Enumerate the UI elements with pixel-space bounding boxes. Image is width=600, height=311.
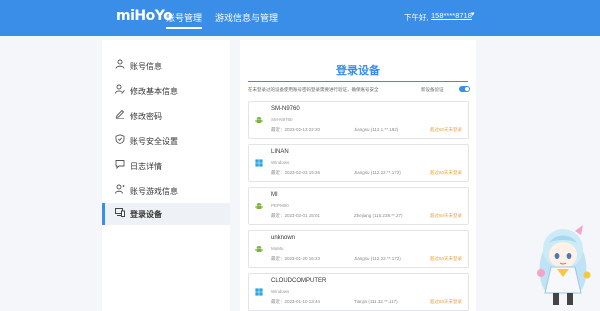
chevron-down-icon[interactable]: ▾ bbox=[471, 10, 475, 18]
sidebar-item-edit-basic-info[interactable]: 修改基本信息 bbox=[102, 80, 230, 102]
device-location: Tianjin (111.32.**.117) bbox=[354, 299, 398, 304]
device-os: Windows bbox=[271, 160, 290, 165]
sidebar-item-security-settings[interactable]: 账号安全设置 bbox=[102, 130, 230, 152]
device-name: CLOUDCOMPUTER bbox=[271, 278, 327, 284]
android-icon bbox=[255, 202, 263, 209]
chat-icon bbox=[115, 160, 125, 169]
devices-icon bbox=[115, 208, 125, 217]
device-last-login-time: 最近：2023-01-20 16:23 bbox=[271, 256, 321, 261]
android-icon bbox=[255, 116, 263, 123]
device-last-login-time: 最近：2023-02-03 19:26 bbox=[271, 170, 321, 175]
device-name: MI bbox=[271, 192, 278, 198]
new-device-verification-label: 新设备验证 bbox=[421, 87, 444, 92]
device-location: Jiangsu (112.1.**.192) bbox=[354, 127, 399, 132]
device-name: SM-N9760 bbox=[271, 106, 300, 112]
device-location: Jiangsu (112.22.**.173) bbox=[354, 256, 401, 261]
pencil-icon bbox=[115, 109, 125, 119]
device-inactive-status[interactable]: 超过60天未登录 bbox=[430, 213, 462, 219]
tab-account-management[interactable]: 账号管理 bbox=[166, 11, 203, 29]
login-devices-panel: 登录设备 在未登录过的设备使用账号密码登录需要进行验证，确保账号安全 新设备验证… bbox=[240, 40, 476, 311]
page-title: 登录设备 bbox=[336, 65, 380, 77]
sidebar-item-label: 日志详情 bbox=[130, 162, 162, 171]
device-os: MuMu bbox=[271, 246, 284, 251]
sidebar: 账号信息 修改基本信息 修改密码 账号安全设置 日志详情 账号游戏信息 登录设备 bbox=[102, 40, 230, 311]
user-game-icon bbox=[115, 184, 125, 194]
device-card: CLOUDCOMPUTER Windows 最近：2023-01-10 13:4… bbox=[248, 273, 469, 311]
sidebar-item-game-info[interactable]: 账号游戏信息 bbox=[102, 180, 230, 202]
device-inactive-status[interactable]: 超过60天未登录 bbox=[430, 299, 462, 305]
sidebar-item-log-details[interactable]: 日志详情 bbox=[102, 155, 230, 177]
shield-icon bbox=[115, 134, 125, 144]
device-inactive-status[interactable]: 超过60天未登录 bbox=[430, 127, 462, 133]
top-bar: miHoYo 账号管理 游戏信息与管理 下午好, 158****8718 ▾ bbox=[0, 0, 600, 36]
sidebar-item-label: 账号安全设置 bbox=[130, 137, 178, 146]
windows-icon bbox=[255, 159, 263, 167]
device-card: MI PEPM00 最近：2023-02-01 15:01 Zhejiang (… bbox=[248, 187, 469, 225]
device-card: LINAN Windows 最近：2023-02-03 19:26 Jiangs… bbox=[248, 144, 469, 182]
sidebar-item-label: 登录设备 bbox=[130, 210, 162, 219]
user-icon bbox=[115, 59, 125, 69]
greeting-text: 下午好, bbox=[404, 13, 429, 22]
device-location: Jiangsu (112.22.**.173) bbox=[354, 170, 401, 175]
device-name: unknown bbox=[271, 235, 296, 241]
sidebar-item-label: 账号游戏信息 bbox=[130, 187, 178, 196]
mascot-character-image bbox=[537, 225, 591, 305]
device-inactive-status[interactable]: 超过60天未登录 bbox=[430, 170, 462, 176]
device-os: PEPM00 bbox=[271, 203, 289, 208]
device-card: unknown MuMu 最近：2023-01-20 16:23 Jiangsu… bbox=[248, 230, 469, 268]
device-location: Zhejiang (115.238.**.27) bbox=[354, 213, 403, 218]
sidebar-item-label: 修改密码 bbox=[130, 112, 162, 121]
windows-icon bbox=[255, 288, 263, 296]
mihoyo-logo[interactable]: miHoYo bbox=[116, 8, 173, 24]
user-phone-link[interactable]: 158****8718 bbox=[431, 11, 472, 20]
device-os: Windows bbox=[271, 289, 290, 294]
device-last-login-time: 最近：2023-02-13 22:20 bbox=[271, 127, 321, 132]
device-last-login-time: 最近：2023-02-01 15:01 bbox=[271, 213, 321, 218]
sidebar-item-label: 修改基本信息 bbox=[130, 87, 178, 96]
sidebar-item-login-devices[interactable]: 登录设备 bbox=[102, 203, 230, 225]
title-divider bbox=[248, 81, 468, 82]
sidebar-item-change-password[interactable]: 修改密码 bbox=[102, 105, 230, 127]
device-card: SM-N9760 SM-N9760 最近：2023-02-13 22:20 Ji… bbox=[248, 101, 469, 139]
android-icon bbox=[255, 245, 263, 252]
device-name: LINAN bbox=[271, 149, 289, 155]
new-device-verification-toggle[interactable] bbox=[459, 86, 470, 92]
sidebar-item-label: 账号信息 bbox=[130, 62, 162, 71]
sidebar-item-account-info[interactable]: 账号信息 bbox=[102, 55, 230, 77]
verification-description: 在未登录过的设备使用账号密码登录需要进行验证，确保账号安全 bbox=[248, 87, 379, 92]
device-inactive-status[interactable]: 超过60天未登录 bbox=[430, 256, 462, 262]
user-edit-icon bbox=[115, 84, 125, 94]
device-last-login-time: 最近：2023-01-10 13:44 bbox=[271, 299, 321, 304]
device-os: SM-N9760 bbox=[271, 117, 293, 122]
tab-game-info-management[interactable]: 游戏信息与管理 bbox=[215, 11, 278, 24]
